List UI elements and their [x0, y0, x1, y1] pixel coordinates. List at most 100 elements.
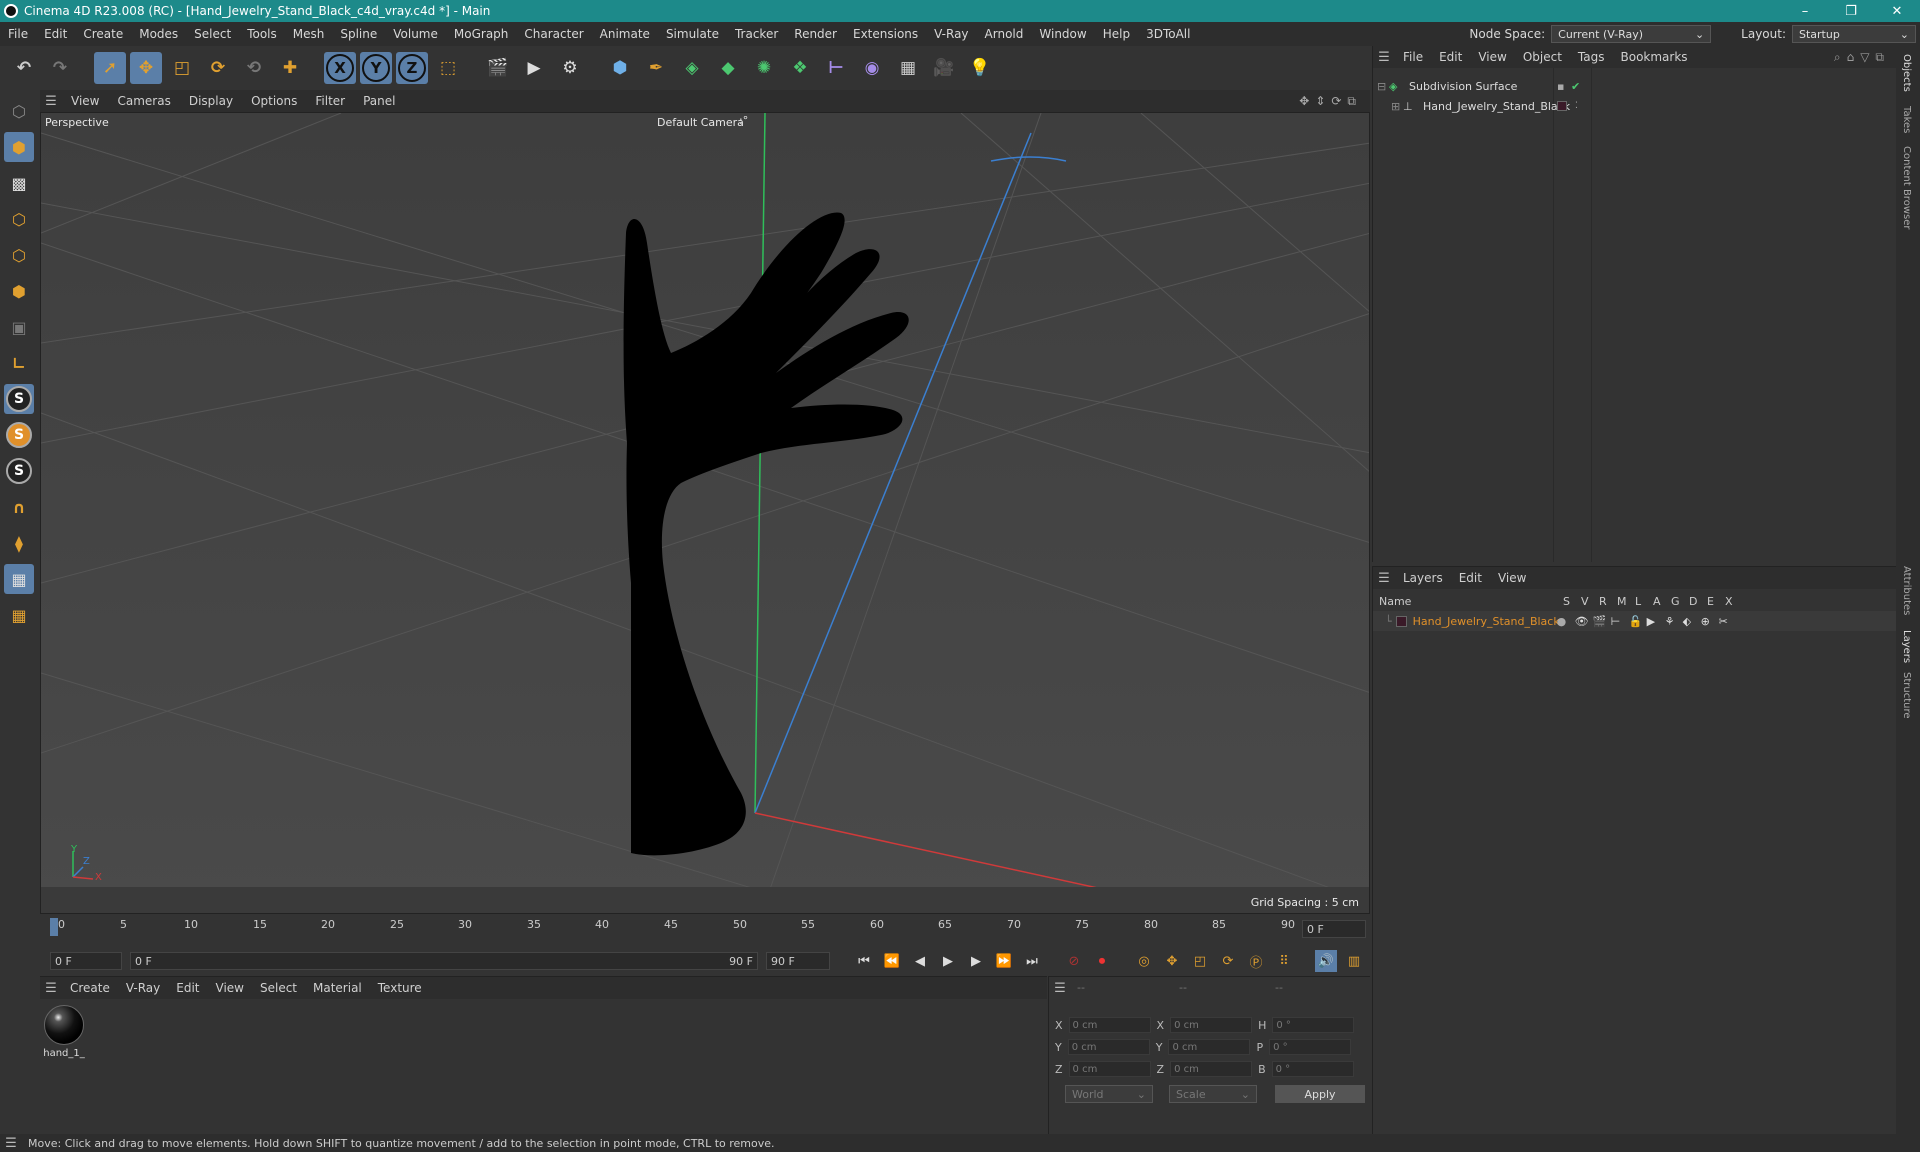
snap-toggle[interactable]: S — [4, 384, 34, 414]
viewport-menu-display[interactable]: Display — [180, 94, 242, 108]
size-mode-dropdown[interactable]: Scale ⌄ — [1169, 1085, 1257, 1103]
select-tool-icon[interactable]: ➚ — [94, 52, 126, 84]
frame-range-slider[interactable]: 0 F 90 F — [130, 952, 758, 970]
viewport-menu-options[interactable]: Options — [242, 94, 306, 108]
close-button[interactable]: ✕ — [1874, 4, 1920, 19]
material-menu-select[interactable]: Select — [252, 981, 305, 995]
pos-y-field[interactable]: 0 cm — [1067, 1039, 1150, 1055]
create-object-icon[interactable]: ✚ — [274, 52, 306, 84]
camera-icon[interactable]: 🎥 — [928, 52, 960, 84]
object-row-hand-jewelry-stand-black[interactable]: ⊞ ⊥ Hand_Jewelry_Stand_Black ⁚ — [1373, 96, 1897, 116]
menu-animate[interactable]: Animate — [592, 27, 658, 41]
material-menu-vray[interactable]: V-Ray — [118, 981, 168, 995]
node-space-dropdown[interactable]: Current (V-Ray) ⌄ — [1551, 25, 1712, 43]
render-view-icon[interactable]: 🎬 — [482, 52, 514, 84]
layer-lock-icon[interactable]: 🔓 — [1629, 615, 1647, 628]
layer-color-swatch[interactable] — [1395, 615, 1407, 627]
visibility-toggle-icon[interactable]: ▪ — [1557, 80, 1564, 93]
object-menu-object[interactable]: Object — [1515, 50, 1570, 64]
timeline-window-icon[interactable]: ▥ — [1343, 950, 1365, 972]
menu-create[interactable]: Create — [75, 27, 131, 41]
size-z-field[interactable]: 0 cm — [1170, 1061, 1253, 1077]
current-frame-field[interactable]: 0 F — [1302, 920, 1366, 938]
key-scale-icon[interactable]: ◰ — [1189, 950, 1211, 972]
menu-render[interactable]: Render — [786, 27, 845, 41]
field-icon[interactable]: ◉ — [856, 52, 888, 84]
menu-mograph[interactable]: MoGraph — [446, 27, 517, 41]
redo-icon[interactable]: ↷ — [44, 52, 76, 84]
expand-icon[interactable]: ⊟ — [1377, 80, 1387, 93]
menu-character[interactable]: Character — [516, 27, 591, 41]
material-menu-view[interactable]: View — [208, 981, 252, 995]
layer-color-swatch[interactable] — [1557, 101, 1567, 111]
object-menu-edit[interactable]: Edit — [1431, 50, 1470, 64]
menu-window[interactable]: Window — [1031, 27, 1094, 41]
render-settings-icon[interactable]: ⚙ — [554, 52, 586, 84]
menu-mesh[interactable]: Mesh — [285, 27, 333, 41]
maximize-button[interactable]: ❐ — [1828, 4, 1874, 19]
edge-mode-icon[interactable]: ⬡ — [4, 240, 34, 270]
layer-render-icon[interactable]: 🎬 — [1593, 615, 1611, 628]
rot-p-field[interactable]: 0 ° — [1269, 1039, 1352, 1055]
render-picture-viewer-icon[interactable]: ▶ — [518, 52, 550, 84]
menu-edit[interactable]: Edit — [36, 27, 75, 41]
go-to-start-icon[interactable]: ⏮ — [853, 950, 875, 972]
coordinate-system-icon[interactable]: ⬚ — [432, 52, 464, 84]
layer-xref-icon[interactable]: ✂ — [1719, 615, 1737, 628]
uv-mode-icon[interactable]: ▣ — [4, 312, 34, 342]
menu-select[interactable]: Select — [186, 27, 239, 41]
menu-arnold[interactable]: Arnold — [977, 27, 1032, 41]
layer-animation-icon[interactable]: ▶ — [1647, 615, 1665, 628]
viewport-menu-cameras[interactable]: Cameras — [108, 94, 179, 108]
size-x-field[interactable]: 0 cm — [1170, 1017, 1253, 1033]
hamburger-menu-icon[interactable]: ☰ — [40, 94, 62, 109]
material-menu-edit[interactable]: Edit — [168, 981, 207, 995]
rot-b-field[interactable]: 0 ° — [1271, 1061, 1354, 1077]
apply-button[interactable]: Apply — [1275, 1085, 1365, 1103]
minimize-button[interactable]: – — [1782, 4, 1828, 19]
enabled-check-icon[interactable]: ✔ — [1571, 80, 1580, 93]
key-position-icon[interactable]: ✥ — [1161, 950, 1183, 972]
scale-tool-icon[interactable]: ◰ — [166, 52, 198, 84]
object-menu-view[interactable]: View — [1470, 50, 1514, 64]
layer-manager-icon[interactable]: ⊢ — [1611, 615, 1629, 628]
layer-solo-icon[interactable]: ● — [1557, 615, 1575, 628]
size-y-field[interactable]: 0 cm — [1168, 1039, 1251, 1055]
layer-menu-layers[interactable]: Layers — [1395, 571, 1451, 585]
deformer-icon[interactable]: ⊢ — [820, 52, 852, 84]
viewport-navigation-icons[interactable]: ✥⇕⟳⧉ — [1299, 94, 1362, 109]
tab-layers[interactable]: Layers — [1901, 630, 1912, 663]
tab-takes[interactable]: Takes — [1901, 106, 1912, 133]
layer-menu-edit[interactable]: Edit — [1451, 571, 1490, 585]
rotate-tool-icon[interactable]: ⟳ — [202, 52, 234, 84]
generator-icon[interactable]: ◆ — [712, 52, 744, 84]
material-menu-create[interactable]: Create — [62, 981, 118, 995]
menu-3dtoall[interactable]: 3DToAll — [1138, 27, 1198, 41]
object-menu-bookmarks[interactable]: Bookmarks — [1613, 50, 1696, 64]
coordinate-mode-dropdown[interactable]: World ⌄ — [1065, 1085, 1153, 1103]
object-manager-tools-icons[interactable]: ⌕⌂▽⧉ — [1834, 50, 1890, 65]
grid-icon[interactable]: ▦ — [4, 564, 34, 594]
magnet-icon[interactable]: ∩ — [4, 492, 34, 522]
menu-vray[interactable]: V-Ray — [926, 27, 976, 41]
workplane-icon[interactable]: ⧫ — [4, 528, 34, 558]
mograph-fracture-icon[interactable]: ❖ — [784, 52, 816, 84]
menu-volume[interactable]: Volume — [385, 27, 446, 41]
menu-tools[interactable]: Tools — [239, 27, 285, 41]
locked-workplane-icon[interactable]: ▦ — [4, 600, 34, 630]
tab-attributes[interactable]: Attributes — [1901, 566, 1912, 615]
sound-icon[interactable]: 🔊 — [1315, 950, 1337, 972]
menu-tracker[interactable]: Tracker — [727, 27, 786, 41]
play-icon[interactable]: ▶ — [937, 950, 959, 972]
tab-objects[interactable]: Objects — [1901, 54, 1912, 92]
object-row-subdivision-surface[interactable]: ⊟ ◈ Subdivision Surface ▪ ✔ — [1373, 76, 1897, 96]
hamburger-menu-icon[interactable]: ☰ — [40, 981, 62, 996]
layer-expressions-icon[interactable]: ⊕ — [1701, 615, 1719, 628]
model-mode-icon[interactable]: ⬢ — [4, 132, 34, 162]
floor-icon[interactable]: ▦ — [892, 52, 924, 84]
menu-spline[interactable]: Spline — [332, 27, 385, 41]
key-rotation-icon[interactable]: ⟳ — [1217, 950, 1239, 972]
rot-h-field[interactable]: 0 ° — [1272, 1017, 1355, 1033]
axis-mode-icon[interactable]: ∟ — [4, 348, 34, 378]
viewport-camera-name[interactable]: Default Camera — [657, 116, 744, 129]
